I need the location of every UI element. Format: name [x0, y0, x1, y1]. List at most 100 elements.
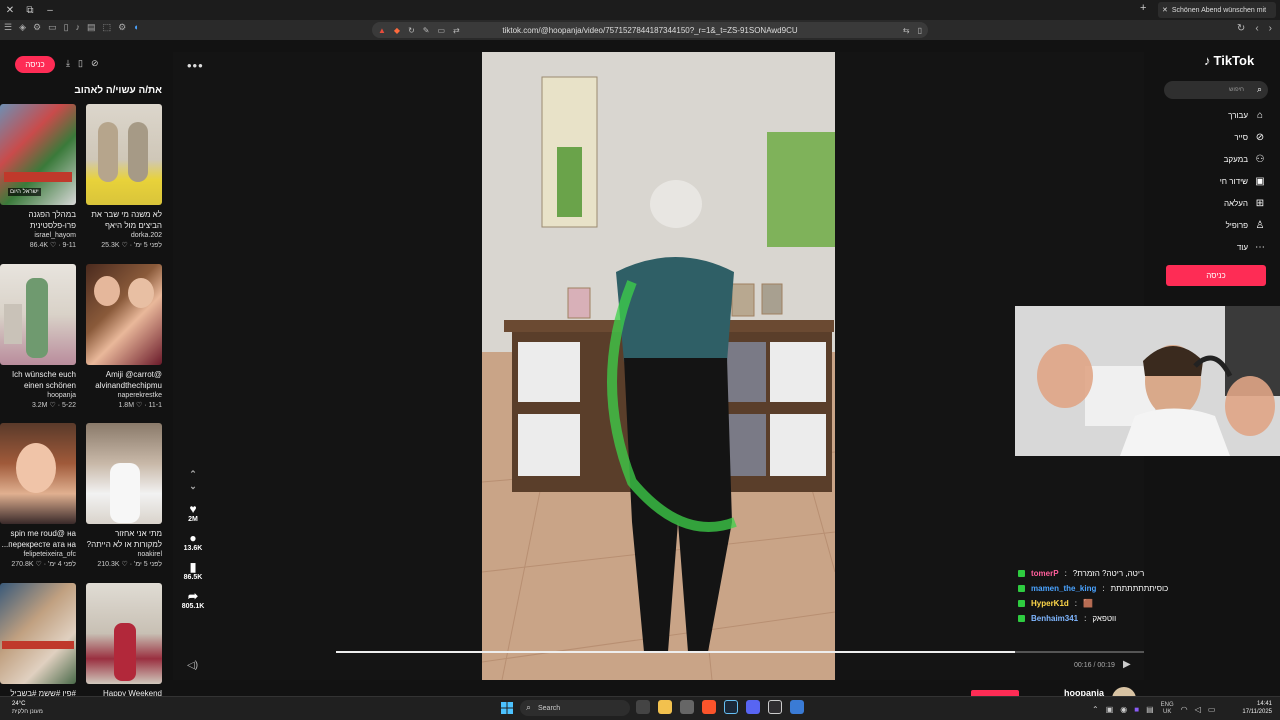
menu-icon[interactable]: ☰: [4, 22, 12, 33]
app-tray-icon[interactable]: ▤: [1146, 705, 1154, 714]
redo-icon[interactable]: ↻: [408, 26, 415, 35]
language-indicator[interactable]: ENG UK: [1161, 702, 1174, 716]
download-icon[interactable]: ⤓: [66, 58, 70, 69]
phone-icon[interactable]: ▯: [78, 58, 83, 69]
windows-start-icon[interactable]: [501, 702, 513, 714]
card-author[interactable]: hoopanja: [0, 392, 76, 399]
app-icon[interactable]: [790, 700, 804, 714]
card-title: Happy Weekend: [103, 689, 162, 696]
steam-icon[interactable]: [724, 700, 738, 714]
system-tray: ⌃ ▣ ◉ ■ ▤ ENG UK ◠ ◁ ▭: [1092, 702, 1215, 716]
share-url-icon[interactable]: ⇆: [903, 26, 910, 35]
card-author[interactable]: naperekrestke: [86, 392, 162, 399]
file-explorer-icon[interactable]: [658, 700, 672, 714]
warning-icon[interactable]: ▲: [378, 26, 386, 35]
cast-icon[interactable]: ⇄: [453, 26, 460, 35]
shield-icon[interactable]: ◈: [19, 22, 26, 33]
nav-explore[interactable]: ⊘ סייר: [1234, 132, 1266, 143]
compass-icon: ⊘: [1255, 132, 1265, 143]
chevron-up-icon[interactable]: ⌃: [1092, 705, 1099, 714]
tiktok-logo[interactable]: ♪ TikTok: [1204, 53, 1254, 68]
stream-chat: tomerP : ?ריטה, ריטה? הזמרת mamen_the_ki…: [1018, 566, 1268, 626]
back-icon[interactable]: ‹: [1255, 23, 1258, 34]
video-card[interactable]: מתי אני אחזור למקורות או לא הייתה? noaki…: [86, 423, 162, 568]
video-card[interactable]: Amiji @carrot@ alvinandthechipmu naperek…: [86, 264, 162, 409]
compass-small-icon[interactable]: ⊘: [91, 58, 99, 69]
badge-icon: [1018, 615, 1025, 622]
obs-icon[interactable]: [768, 700, 782, 714]
chat-user: HyperK1d: [1031, 599, 1069, 608]
taskbar-search[interactable]: ⌕ Search: [520, 700, 630, 716]
card-author[interactable]: dorka.202: [86, 232, 162, 239]
url-bar[interactable]: ▲ ◆ ↻ ✎ ▭ ⇄ tiktok.com/@hoopanja/video/7…: [372, 22, 928, 38]
card-meta: לפני 4 ימ' · ♡ 270.8K: [11, 561, 76, 568]
login-button[interactable]: כניסה: [15, 56, 55, 73]
video-card[interactable]: #פיו #ששמ #בשביל: [0, 583, 76, 696]
play-icon[interactable]: ▶: [1123, 659, 1131, 670]
gear-icon[interactable]: ⚙: [33, 22, 41, 33]
bookmark-icon[interactable]: ▮: [190, 560, 197, 574]
app-tray-icon[interactable]: ▣: [1106, 705, 1114, 714]
nav-profile[interactable]: ♙ פרופיל: [1226, 220, 1266, 231]
video-card[interactable]: Happy Weekend: [86, 583, 162, 696]
bookmarks-icon[interactable]: ▭: [48, 22, 57, 33]
tools-icon[interactable]: ✎: [423, 26, 430, 35]
nav-following[interactable]: ⚇ במעקב: [1224, 154, 1266, 165]
volume-icon[interactable]: ◁): [187, 660, 198, 671]
card-author[interactable]: felipeteixeira_ofc: [0, 551, 76, 558]
nav-more[interactable]: ⋯ עוד: [1237, 242, 1266, 253]
close-icon[interactable]: ✕: [0, 5, 20, 16]
discord-icon[interactable]: [746, 700, 760, 714]
browser-tab[interactable]: ✕ Schönen Abend wünschen mit: [1158, 2, 1276, 18]
video-card[interactable]: spin me roud@ на перекресте ата на... fe…: [0, 423, 76, 568]
nav-upload[interactable]: ⊞ העלאה: [1224, 198, 1266, 209]
sound-icon[interactable]: ◖: [133, 22, 138, 33]
chevron-up-icon[interactable]: ⌃: [189, 468, 197, 480]
video-card[interactable]: ישראל היום במהלך הפגנה פרו-פלסטינית בברי…: [0, 104, 76, 249]
video-card[interactable]: לא משנה מי שבר את הביצים מול היאף של... …: [86, 104, 162, 249]
music-icon[interactable]: ♪: [76, 22, 81, 33]
video-frame[interactable]: [482, 52, 835, 680]
task-view-icon[interactable]: [636, 700, 650, 714]
live-icon: ▣: [1255, 176, 1265, 187]
search-input[interactable]: חיפוש ⌕: [1164, 81, 1268, 99]
card-author[interactable]: israel_hayom: [0, 232, 76, 239]
comment-icon[interactable]: ●: [189, 531, 196, 545]
settings-icon[interactable]: ⚙: [118, 22, 126, 33]
sidebar-icon[interactable]: ▯: [64, 22, 69, 33]
login-button[interactable]: כניסה: [1166, 265, 1266, 286]
speaker-icon[interactable]: ◁: [1195, 705, 1201, 714]
weather-widget[interactable]: 24°C מעונן חלקית: [12, 700, 43, 716]
heart-icon[interactable]: ♥: [189, 502, 196, 516]
wifi-icon[interactable]: ◠: [1181, 705, 1188, 714]
bookmark-page-icon[interactable]: ▯: [918, 26, 922, 35]
more-options-icon[interactable]: •••: [187, 58, 204, 73]
tabs-icon[interactable]: ▤: [87, 22, 96, 33]
minimize-icon[interactable]: –: [40, 5, 60, 16]
window-icon[interactable]: ⧉: [20, 5, 40, 16]
heart-icon: ♡: [49, 242, 57, 249]
taskbar-clock[interactable]: 14:41 17/11/2025: [1238, 700, 1272, 716]
screen-icon[interactable]: ▭: [437, 26, 445, 35]
reload-icon[interactable]: ↻: [1237, 23, 1245, 34]
video-thumbnail: ישראל היום: [0, 104, 76, 205]
search-icon[interactable]: ⌕: [1257, 84, 1262, 95]
extensions-icon[interactable]: ⬚: [103, 22, 112, 33]
battery-icon[interactable]: ▭: [1208, 705, 1216, 714]
brave-icon[interactable]: [702, 700, 716, 714]
chat-user: mamen_the_king: [1031, 584, 1097, 593]
close-tab-icon[interactable]: ✕: [1162, 6, 1168, 14]
app-tray-icon[interactable]: ■: [1134, 705, 1139, 714]
nav-live[interactable]: ▣ שידור חי: [1220, 176, 1266, 187]
forward-icon[interactable]: ›: [1269, 23, 1272, 34]
video-card[interactable]: Ich wünsche euch einen schönen hoopanja …: [0, 264, 76, 409]
brave-shield-icon[interactable]: ◆: [394, 26, 400, 35]
share-icon[interactable]: ➦: [188, 589, 198, 603]
progress-bar[interactable]: [336, 651, 1144, 653]
nav-for-you[interactable]: ⌂ עבורך: [1228, 110, 1266, 121]
card-author[interactable]: noakirel: [86, 551, 162, 558]
network-icon[interactable]: ◉: [1120, 705, 1127, 714]
new-tab-icon[interactable]: +: [1140, 2, 1146, 14]
app-icon[interactable]: [680, 700, 694, 714]
chevron-down-icon[interactable]: ⌄: [189, 480, 197, 492]
